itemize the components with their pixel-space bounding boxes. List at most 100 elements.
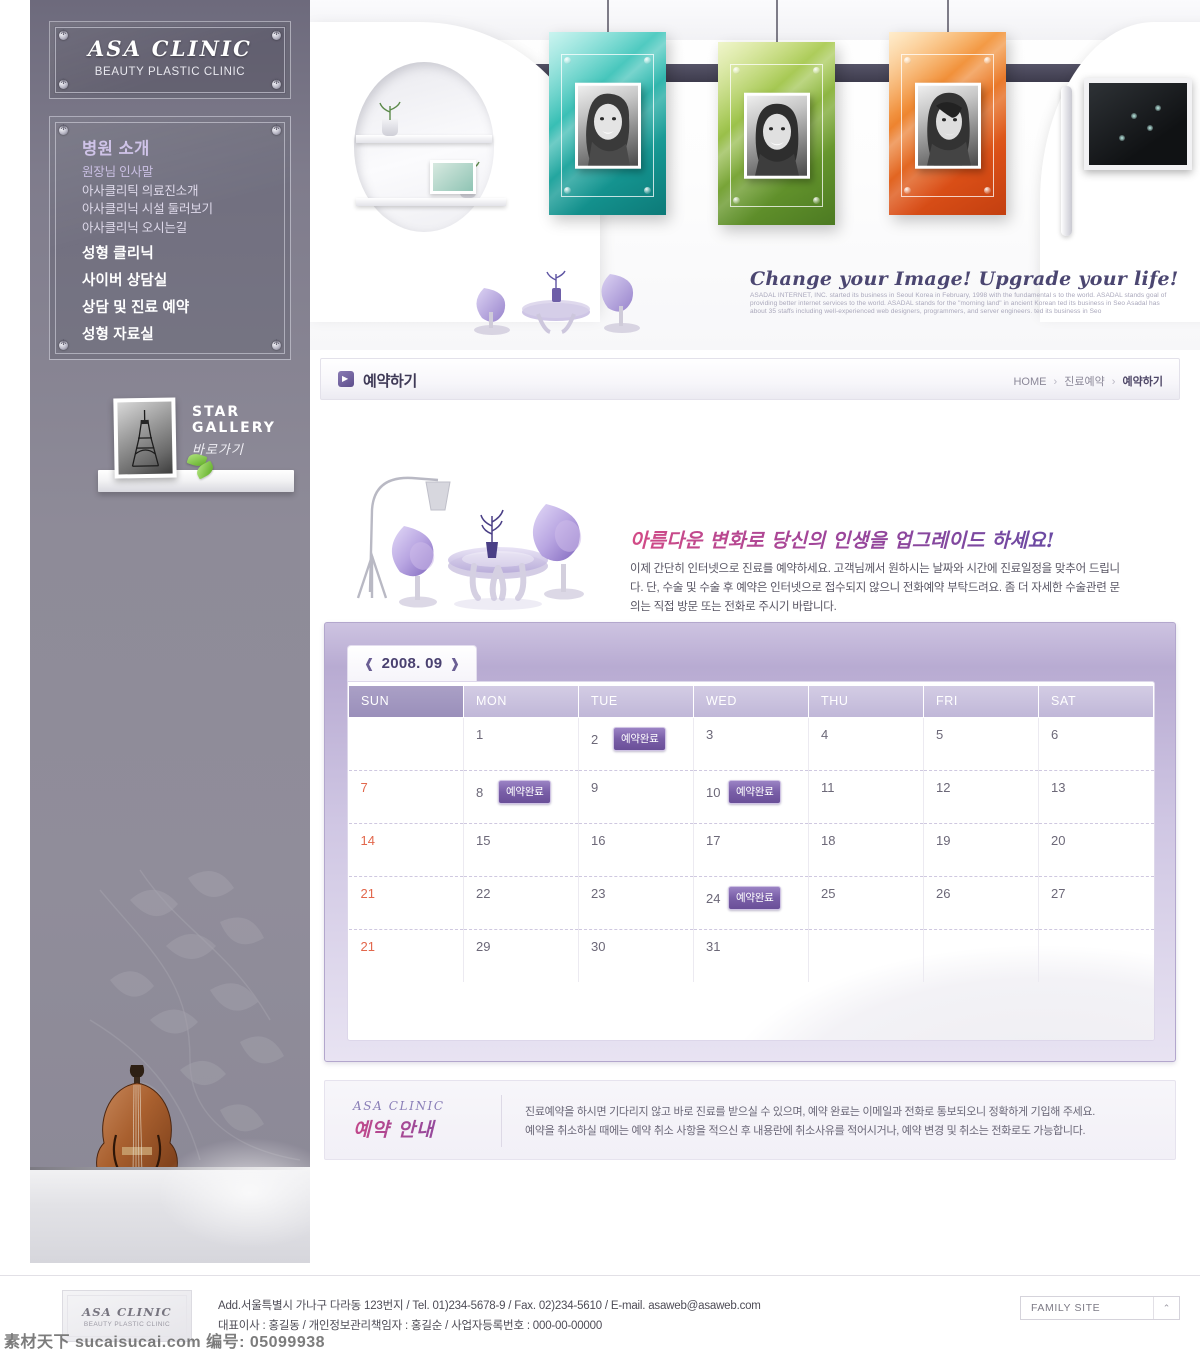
sidebar-item-staff[interactable]: 아사클리틱 의료진소개 [82,182,213,201]
calendar-day-number: 15 [476,832,491,848]
calendar-day-cell[interactable]: 9 [578,770,694,824]
sidebar-item-reservation[interactable]: 상담 및 진료 예약 [82,295,189,322]
calendar-week-row: 1 2 예약완료 3 4 5 6 [348,717,1154,771]
family-site-select[interactable]: FAMILY SITE ⌃ [1020,1296,1180,1320]
plant-pot-icon [382,118,398,136]
calendar-day-cell[interactable]: 16 [578,823,694,877]
sidebar-item-archive[interactable]: 성형 자료실 [82,322,189,349]
calendar-day-cell[interactable]: 13 [1038,770,1154,824]
breadcrumb-separator-icon: › [1111,376,1116,388]
calendar-day-cell[interactable]: 29 [463,929,579,982]
sidebar-item-plastic-clinic[interactable]: 성형 클리닉 [82,241,189,268]
notice-text: 진료예약을 하시면 기다리지 않고 바로 진료를 받으실 수 있으며, 예약 완… [525,1103,1155,1141]
photo-frame-orange[interactable] [889,32,1006,215]
breadcrumb: HOME › 진료예약 › 예약하기 [1013,373,1163,389]
calendar-panel: ❰ 2008. 09 ❱ SUN MON TUE WED THU FRI SAT… [324,622,1176,1062]
plant-icon [379,101,401,120]
calendar-day-cell[interactable]: 31 [693,929,809,982]
footer-contact-line: Add.서울특별시 가나구 다라동 123번지 / Tel. 01)234-56… [218,1300,761,1312]
calendar-day-cell[interactable]: 7 [348,770,464,824]
calendar-day-cell[interactable]: 20 [1038,823,1154,877]
calendar-day-cell[interactable]: 3 [693,717,809,771]
weekday-header-mon: MON [463,682,579,718]
calendar-day-number: 11 [821,779,835,795]
banner-body-text: ASADAL INTERNET, INC. started its busine… [750,292,1167,315]
star-gallery-banner[interactable]: STAR GALLERY 바로가기 [92,392,302,508]
star-gallery-subtitle: 바로가기 [192,442,244,457]
calendar-day-cell[interactable]: 23 [578,876,694,930]
screw-icon [59,338,68,350]
sidebar-logo-plate[interactable]: ASA CLINIC BEAUTY PLASTIC CLINIC [49,21,291,99]
sidebar-item-directions[interactable]: 아사클리닉 오시는길 [82,219,213,238]
weekday-header-thu: THU [808,682,924,718]
calendar-day-cell[interactable]: 27 [1038,876,1154,930]
calendar-day-cell[interactable]: 26 [923,876,1039,930]
calendar-day-cell [808,929,924,982]
calendar-day-cell[interactable]: 14 [348,823,464,877]
reservation-complete-badge[interactable]: 예약완료 [498,779,552,804]
calendar-day-cell[interactable]: 18 [808,823,924,877]
alcove-shelf-lower [356,198,506,206]
calendar-day-cell[interactable]: 15 [463,823,579,877]
calendar-day-cell [923,929,1039,982]
calendar-day-cell[interactable]: 11 [808,770,924,824]
sidebar-main-nav: 성형 클리닉 사이버 상담실 상담 및 진료 예약 성형 자료실 [82,241,189,349]
screw-icon [272,77,281,89]
calendar-day-cell[interactable]: 1 [463,717,579,771]
chevron-up-icon[interactable]: ⌃ [1153,1297,1179,1319]
calendar-day-number: 8 [476,784,484,800]
calendar-day-cell[interactable]: 5 [923,717,1039,771]
next-month-button[interactable]: ❱ [442,656,467,672]
screw-icon [59,123,68,135]
calendar-day-cell[interactable]: 12 [923,770,1039,824]
calendar-day-number: 17 [706,832,721,848]
breadcrumb-section[interactable]: 진료예약 [1064,376,1104,388]
prev-month-button[interactable]: ❰ [357,656,382,672]
calendar-week-row: 21 22 23 24 예약완료 25 26 27 [348,876,1154,930]
weekday-header-sun: SUN [348,682,464,718]
watermark: 素材天下 sucaisucai.com 编号: 05099938 [4,1334,326,1351]
notice-panel: ASA CLINIC 예약 안내 진료예약을 하시면 기다리지 않고 바로 진료… [324,1080,1176,1160]
calendar-day-cell[interactable]: 2 예약완료 [578,717,694,771]
calendar-day-cell[interactable]: 6 [1038,717,1154,771]
weekday-header-fri: FRI [923,682,1039,718]
portrait-photo-1 [574,82,641,169]
intro-body: 이제 간단히 인터넷으로 진료를 예약하세요. 고객님께서 원하시는 날짜와 시… [630,563,1120,613]
calendar-day-number: 16 [591,832,606,848]
calendar-day-cell[interactable]: 22 [463,876,579,930]
reservation-complete-badge[interactable]: 예약완료 [613,726,667,751]
wall-monitor [1084,78,1192,170]
reservation-complete-badge[interactable]: 예약완료 [728,885,782,910]
calendar-day-cell[interactable]: 10 예약완료 [693,770,809,824]
notice-logo-en: ASA CLINIC [353,1099,445,1113]
calendar-day-cell[interactable]: 8 예약완료 [463,770,579,824]
weekday-header-sat: SAT [1038,682,1154,718]
calendar-week-row: 21 29 30 31 [348,929,1154,982]
left-sidebar: ASA CLINIC BEAUTY PLASTIC CLINIC 병원 소개 원… [30,0,310,1263]
sidebar-item-cyber-counsel[interactable]: 사이버 상담실 [82,268,189,295]
calendar-day-cell[interactable]: 19 [923,823,1039,877]
photo-frame-teal[interactable] [549,32,666,215]
reservation-complete-badge[interactable]: 예약완료 [728,779,782,804]
calendar-day-cell[interactable]: 17 [693,823,809,877]
calendar-day-number: 1 [476,726,484,742]
calendar-day-number: 5 [936,726,944,742]
wall-alcove [354,62,494,232]
sidebar-nav-heading[interactable]: 병원 소개 [82,135,150,159]
photo-frame-green[interactable] [718,42,835,225]
intro-furniture-illustration [350,464,610,619]
calendar-day-cell[interactable]: 21 [348,929,464,982]
calendar-day-cell[interactable]: 25 [808,876,924,930]
sidebar-sub-nav: 원장님 인사말 아사클리틱 의료진소개 아사클리닉 시설 둘러보기 아사클리닉 … [82,163,213,237]
calendar-day-cell[interactable]: 30 [578,929,694,982]
intro-section: 아름다운 변화로 당신의 인생을 업그레이드 하세요! 이제 간단히 인터넷으로… [320,420,1180,620]
calendar-day-number: 26 [936,885,951,901]
sidebar-item-greeting[interactable]: 원장님 인사말 [82,163,213,182]
calendar-day-cell[interactable]: 24 예약완료 [693,876,809,930]
sidebar-item-facility[interactable]: 아사클리닉 시설 둘러보기 [82,200,213,219]
eiffel-photo [117,401,173,475]
calendar-day-cell[interactable]: 4 [808,717,924,771]
calendar-day-cell[interactable]: 21 [348,876,464,930]
breadcrumb-home[interactable]: HOME [1013,376,1046,388]
sidebar-floor-glow [150,1133,310,1253]
